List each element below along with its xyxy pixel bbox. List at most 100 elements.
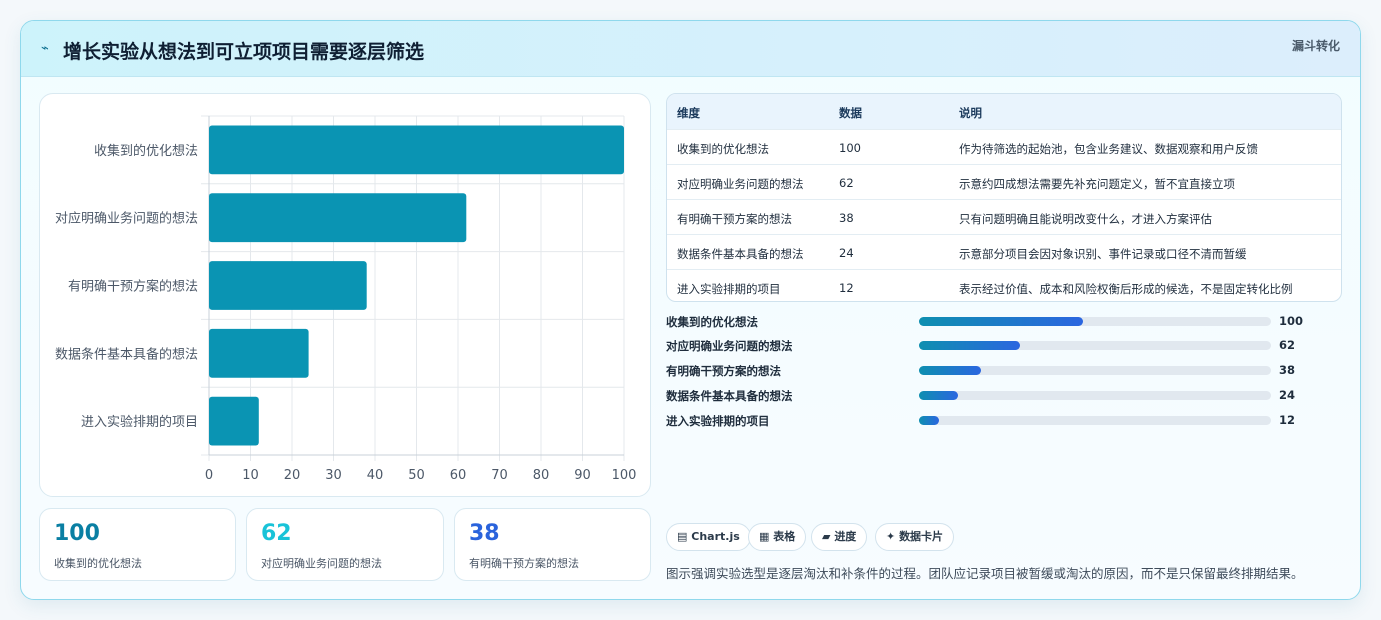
chip-label: 进度 (834, 530, 857, 543)
table-row: 数据条件基本具备的想法 24 示意部分项目会因对象识别、事件记录或口径不清而暂缓 (667, 234, 1341, 269)
x-tick-label: 20 (284, 468, 301, 483)
bar (209, 261, 367, 310)
chip-chartjs[interactable]: ▤ Chart.js (666, 523, 751, 551)
stat-card-1: 62 对应明确业务问题的想法 (246, 508, 444, 581)
stat-value: 38 (469, 521, 500, 546)
progress-fill (919, 317, 1083, 326)
table-cell: 作为待筛选的起始池，包含业务建议、数据观察和用户反馈 (959, 142, 1258, 156)
chart-icon: ▤ (677, 530, 688, 543)
category-label: 对应明确业务问题的想法 (55, 211, 198, 227)
table-header-cell: 数据 (839, 106, 862, 120)
pulse-icon: ⌁ (41, 41, 49, 56)
table-cell: 对应明确业务问题的想法 (677, 177, 804, 191)
bar (209, 193, 467, 243)
x-tick-label: 70 (491, 468, 508, 483)
chip-label: 数据卡片 (899, 530, 944, 543)
table-cell: 12 (839, 281, 854, 295)
chip-label: Chart.js (691, 530, 740, 543)
progress-row: 有明确干预方案的想法 38 (666, 362, 1342, 380)
progress-row: 进入实验排期的项目 12 (666, 412, 1342, 430)
funnel-card: ⌁ 增长实验从想法到可立项项目需要逐层筛选 漏斗转化 0 10 20 30 40 50 60… (20, 20, 1361, 600)
table-icon: ▦ (759, 530, 770, 543)
table-cell: 示意部分项目会因对象识别、事件记录或口径不清而暂缓 (959, 247, 1247, 261)
progress-fill (919, 341, 1021, 350)
table-cell: 只有问题明确且能说明改变什么，才进入方案评估 (959, 212, 1212, 226)
progress-row: 对应明确业务问题的想法 62 (666, 337, 1342, 355)
footnote: 图示强调实验选型是逐层淘汰和补条件的过程。团队应记录项目被暂缓或淘汰的原因，而不… (666, 566, 1304, 581)
table-cell: 62 (839, 176, 854, 190)
progress-value: 38 (1279, 363, 1296, 377)
chip-progress[interactable]: ▰ 进度 (811, 523, 868, 551)
bar (209, 396, 259, 446)
progress-track (919, 366, 1271, 375)
chip-table[interactable]: ▦ 表格 (748, 523, 807, 551)
stat-value: 100 (54, 521, 100, 546)
progress-track (919, 416, 1271, 425)
table-cell: 收集到的优化想法 (677, 142, 769, 156)
x-tick-label: 40 (367, 468, 384, 483)
table-row: 进入实验排期的项目 12 表示经过价值、成本和风险权衡后形成的候选，不是固定转化… (667, 269, 1341, 301)
table-row: 对应明确业务问题的想法 62 示意约四成想法需要先补充问题定义，暂不宜直接立项 (667, 164, 1341, 199)
progress-icon: ▰ (822, 530, 831, 543)
category-label: 进入实验排期的项目 (81, 414, 198, 430)
progress-track (919, 317, 1271, 326)
x-tick-label: 50 (408, 468, 425, 483)
category-label: 有明确干预方案的想法 (68, 279, 198, 295)
progress-value: 12 (1279, 413, 1296, 427)
bar-chart: 0 10 20 30 40 50 60 70 80 90 100 收集到的优化想法对应明确业务问题的想… (55, 115, 637, 483)
x-tick-label: 80 (533, 468, 550, 483)
progress-value: 62 (1279, 338, 1296, 352)
table-cell: 数据条件基本具备的想法 (677, 247, 804, 261)
chip-label: 表格 (773, 530, 796, 543)
sparkle-icon: ✦ (886, 530, 896, 543)
table-cell: 进入实验排期的项目 (677, 282, 781, 296)
progress-fill (919, 416, 939, 425)
table-cell: 表示经过价值、成本和风险权衡后形成的候选，不是固定转化比例 (959, 282, 1293, 296)
x-tick-label: 60 (450, 468, 467, 483)
bar (209, 125, 624, 175)
progress-row: 数据条件基本具备的想法 24 (666, 387, 1342, 405)
progress-track (919, 391, 1271, 400)
stat-card-0: 100 收集到的优化想法 (39, 508, 236, 581)
category-tag: 漏斗转化 (1291, 39, 1340, 53)
category-label: 数据条件基本具备的想法 (55, 346, 198, 362)
data-table: 维度 数据 说明 收集到的优化想法 100 作为待筛选的起始池，包含业务建议、数… (666, 93, 1342, 302)
bar-chart-panel: 0 10 20 30 40 50 60 70 80 90 100 收集到的优化想法对应明确业务问题的想… (39, 93, 651, 497)
stat-label: 对应明确业务问题的想法 (261, 557, 382, 570)
progress-label: 有明确干预方案的想法 (666, 364, 781, 378)
chip-data-card[interactable]: ✦ 数据卡片 (875, 523, 955, 551)
category-label: 收集到的优化想法 (94, 143, 198, 159)
table-cell: 100 (839, 141, 861, 155)
bar (209, 328, 309, 378)
table-header-cell: 维度 (677, 106, 700, 120)
progress-track (919, 341, 1271, 350)
stat-label: 有明确干预方案的想法 (469, 557, 579, 570)
progress-row: 收集到的优化想法 100 (666, 313, 1342, 331)
progress-label: 数据条件基本具备的想法 (666, 389, 793, 403)
x-tick-label: 30 (325, 468, 342, 483)
progress-value: 100 (1279, 314, 1304, 328)
progress-fill (919, 366, 982, 375)
card-title: 增长实验从想法到可立项项目需要逐层筛选 (63, 41, 425, 63)
table-cell: 示意约四成想法需要先补充问题定义，暂不宜直接立项 (959, 177, 1235, 191)
stat-value: 62 (261, 521, 292, 546)
table-cell: 24 (839, 246, 854, 260)
progress-fill (919, 391, 959, 400)
progress-label: 进入实验排期的项目 (666, 414, 770, 428)
table-row: 收集到的优化想法 100 作为待筛选的起始池，包含业务建议、数据观察和用户反馈 (667, 129, 1341, 164)
table-row: 有明确干预方案的想法 38 只有问题明确且能说明改变什么，才进入方案评估 (667, 199, 1341, 234)
x-tick-label: 90 (574, 468, 591, 483)
progress-label: 对应明确业务问题的想法 (666, 339, 793, 353)
table-header: 维度 数据 说明 (667, 94, 1341, 129)
x-tick-label: 10 (242, 468, 259, 483)
table-header-cell: 说明 (959, 106, 982, 120)
table-cell: 有明确干预方案的想法 (677, 212, 792, 226)
stat-label: 收集到的优化想法 (54, 557, 142, 570)
card-header: ⌁ 增长实验从想法到可立项项目需要逐层筛选 漏斗转化 (21, 21, 1360, 77)
table-cell: 38 (839, 211, 854, 225)
x-tick-label: 100 (612, 468, 637, 483)
progress-value: 24 (1279, 388, 1296, 402)
stat-card-2: 38 有明确干预方案的想法 (454, 508, 651, 581)
progress-label: 收集到的优化想法 (666, 315, 758, 329)
x-tick-label: 0 (205, 468, 213, 483)
